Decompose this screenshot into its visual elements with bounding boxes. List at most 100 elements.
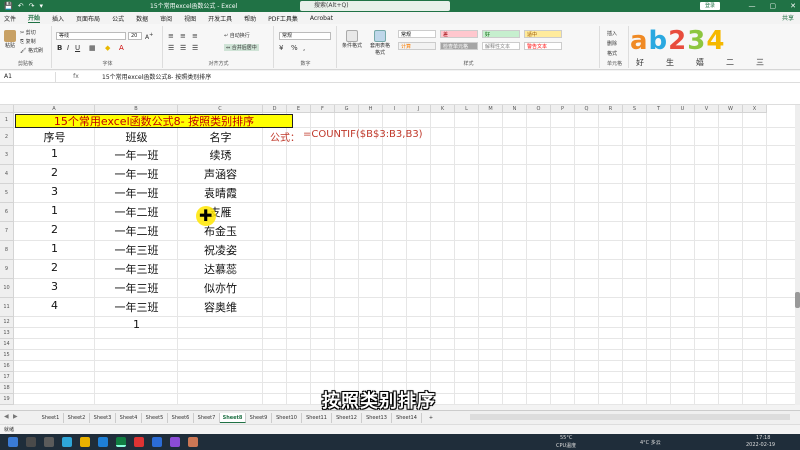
close-button[interactable]: ✕ (790, 0, 796, 12)
column-header-g[interactable]: G (335, 105, 359, 113)
tab-6[interactable]: 审阅 (160, 14, 172, 23)
data-cell[interactable]: 袁晴霞 (178, 185, 263, 204)
row-header-8[interactable]: 8 (0, 241, 14, 260)
column-header-d[interactable]: D (263, 105, 287, 113)
cell-style-1[interactable]: 差 (440, 30, 478, 38)
row-header-15[interactable]: 15 (0, 350, 14, 361)
comma-button[interactable]: , (303, 44, 305, 52)
data-cell[interactable]: 1 (14, 204, 95, 223)
data-cell[interactable]: 一年三班 (95, 261, 178, 280)
name-box[interactable]: A1 (0, 71, 56, 82)
column-header-c[interactable]: C (178, 105, 263, 113)
conditional-format-button[interactable]: 条件格式 (342, 30, 362, 49)
edge-icon[interactable] (62, 437, 72, 447)
currency-button[interactable]: ¥ (279, 44, 283, 52)
column-header-a[interactable]: A (14, 105, 95, 113)
data-cell[interactable]: 容奥维 (178, 299, 263, 318)
tab-5[interactable]: 数据 (136, 14, 148, 23)
row-header-1[interactable]: 1 (0, 113, 14, 128)
tab-7[interactable]: 视图 (184, 14, 196, 23)
excel-taskbar-icon[interactable] (116, 437, 126, 447)
data-cell[interactable]: 支雁 (178, 204, 263, 223)
column-header-u[interactable]: U (671, 105, 695, 113)
cell-style-3[interactable]: 适中 (524, 30, 562, 38)
fx-icon[interactable]: fx (56, 73, 96, 80)
horizontal-scrollbar[interactable] (470, 414, 790, 420)
number-format-select[interactable]: 常规 (279, 32, 331, 40)
qat-item-3[interactable]: ▾ (39, 2, 43, 10)
tab-9[interactable]: 帮助 (244, 14, 256, 23)
next-sheet-icon[interactable]: ▶ (13, 413, 18, 420)
row-header-18[interactable]: 18 (0, 383, 14, 394)
app-icon[interactable] (98, 437, 108, 447)
sheet-tab-sheet2[interactable]: Sheet2 (64, 413, 90, 423)
data-cell[interactable]: 一年三班 (95, 299, 178, 318)
cell-style-5[interactable]: 检查单元格 (440, 42, 478, 50)
column-header-w[interactable]: W (719, 105, 743, 113)
worksheet-grid[interactable]: A B C D E F G H I J K L M N O P Q R S T U V W X 1 2 3 4 5 6 7 8 9 10 11 12 1… (0, 105, 796, 405)
font-size-select[interactable]: 20 (128, 32, 142, 40)
sheet-tab-sheet3[interactable]: Sheet3 (90, 413, 116, 423)
percent-button[interactable]: % (291, 44, 298, 52)
table-format-button[interactable]: 套用表格格式 (368, 30, 392, 56)
tab-3[interactable]: 页面布局 (76, 14, 100, 23)
data-cell[interactable]: 一年二班 (95, 204, 178, 223)
data-cell[interactable]: 1 (14, 242, 95, 261)
app3-icon[interactable] (152, 437, 162, 447)
column-header-h[interactable]: H (359, 105, 383, 113)
column-header-o[interactable]: O (527, 105, 551, 113)
tab-8[interactable]: 开发工具 (208, 14, 232, 23)
cell-style-4[interactable]: 计算 (398, 42, 436, 50)
data-cell[interactable]: 声涵容 (178, 166, 263, 185)
tab-10[interactable]: PDF工具集 (268, 14, 298, 23)
paste-button[interactable]: 粘贴 (3, 30, 17, 49)
search-taskbar-icon[interactable] (26, 437, 36, 447)
row-header-19[interactable]: 19 (0, 394, 14, 405)
sheet-tab-sheet8[interactable]: Sheet8 (220, 413, 246, 423)
row-header-13[interactable]: 13 (0, 328, 14, 339)
sheet-tab-sheet5[interactable]: Sheet5 (142, 413, 168, 423)
data-cell[interactable]: 一年一班 (95, 185, 178, 204)
sheet-tab-sheet10[interactable]: Sheet10 (272, 413, 302, 423)
data-cell[interactable]: 1 (14, 147, 95, 166)
search-input[interactable]: 搜索(Alt+Q) (300, 1, 450, 11)
cell-style-2[interactable]: 好 (482, 30, 520, 38)
merge-center-button[interactable]: ⇔ 合并后居中 (224, 44, 259, 51)
app2-icon[interactable] (134, 437, 144, 447)
sheet-tab-sheet9[interactable]: Sheet9 (246, 413, 272, 423)
title-cell-a1[interactable]: 15个常用excel函数公式8- 按照类别排序 (15, 114, 293, 128)
data-cell[interactable]: 3 (14, 280, 95, 299)
row-header-9[interactable]: 9 (0, 260, 14, 279)
tab-4[interactable]: 公式 (112, 14, 124, 23)
data-cell[interactable]: 续琇 (178, 147, 263, 166)
row-header-11[interactable]: 11 (0, 298, 14, 317)
header-cell-1[interactable]: 班级 (95, 129, 178, 147)
sheet-tab-sheet4[interactable]: Sheet4 (116, 413, 142, 423)
column-header-x[interactable]: X (743, 105, 767, 113)
header-cell-0[interactable]: 序号 (14, 129, 95, 147)
align-middle-button[interactable]: ≡ (180, 32, 186, 40)
sheet-tab-sheet7[interactable]: Sheet7 (194, 413, 220, 423)
data-cell[interactable]: 似亦竹 (178, 280, 263, 299)
format-painter-button[interactable]: 🖌 格式刷 (20, 47, 43, 54)
data-cell[interactable]: 2 (14, 261, 95, 280)
tab-0[interactable]: 文件 (4, 14, 16, 23)
data-cell[interactable]: 2 (14, 166, 95, 185)
wrap-text-button[interactable]: ↵ 自动换行 (224, 32, 250, 39)
fill-color-button[interactable]: ◆ (105, 44, 110, 52)
column-header-i[interactable]: I (383, 105, 407, 113)
row-header-5[interactable]: 5 (0, 184, 14, 203)
prev-sheet-icon[interactable]: ◀ (4, 413, 9, 420)
align-bottom-button[interactable]: ≡ (192, 32, 198, 40)
column-header-s[interactable]: S (623, 105, 647, 113)
align-center-button[interactable]: ☰ (180, 44, 186, 52)
sheet-tab-sheet1[interactable]: Sheet1 (38, 413, 64, 423)
data-cell[interactable]: 一年三班 (95, 280, 178, 299)
tab-11[interactable]: Acrobat (310, 15, 333, 22)
row-header-17[interactable]: 17 (0, 372, 14, 383)
data-cell[interactable]: 一年三班 (95, 242, 178, 261)
cell-style-0[interactable]: 常规 (398, 30, 436, 38)
row-header-6[interactable]: 6 (0, 203, 14, 222)
data-cell[interactable]: 2 (14, 223, 95, 242)
maximize-button[interactable]: ▢ (770, 0, 777, 12)
